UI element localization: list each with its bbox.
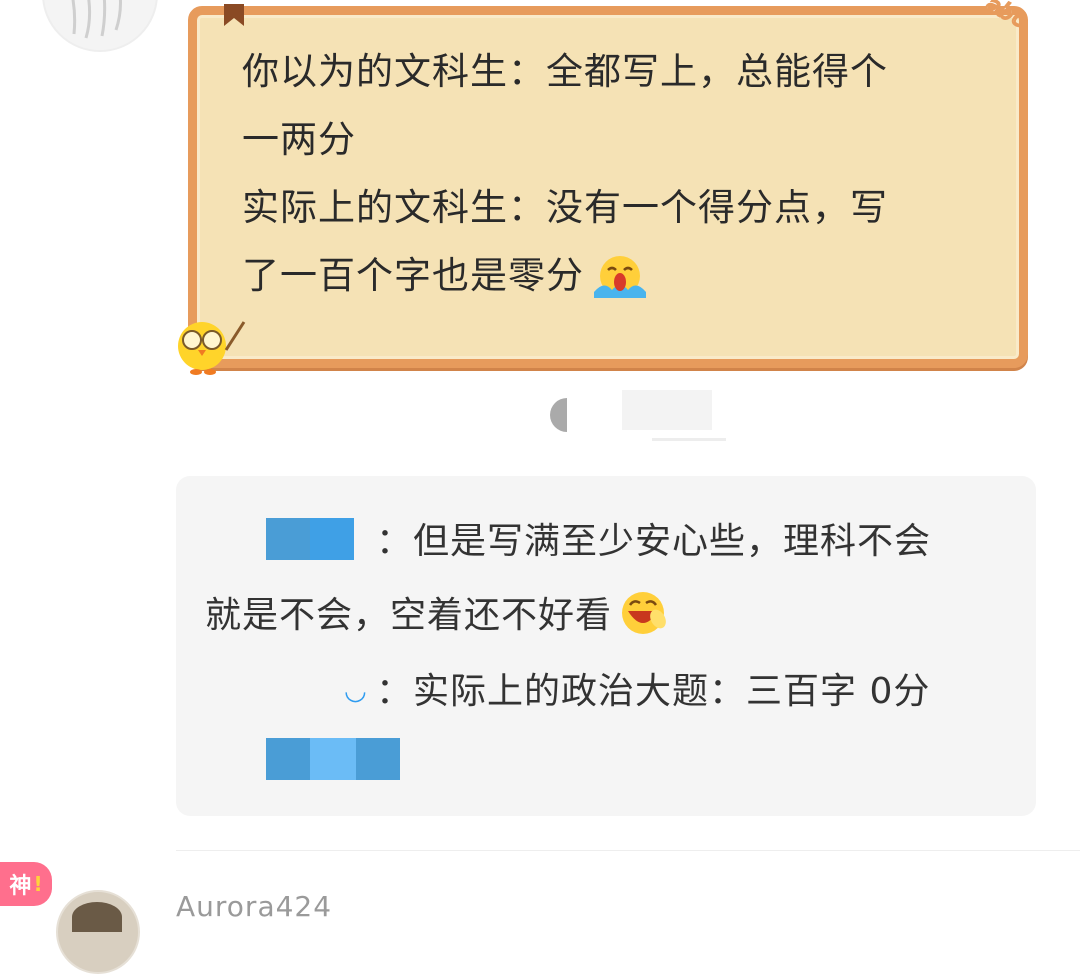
redacted-username-2[interactable] [266, 738, 400, 780]
comment-body: 你以为的文科生：全都写上，总能得个 一两分 实际上的文科生：没有一个得分点，写 … [242, 38, 982, 310]
comment-divider [176, 850, 1080, 851]
comment-line-2: 一两分 [242, 118, 356, 161]
smile-icon: ◡ [344, 676, 367, 706]
god-badge-label: 神 [9, 874, 32, 899]
reply-1-line-1: ：但是写满至少安心些，理科不会 [376, 521, 932, 562]
redacted-username-1[interactable] [266, 518, 354, 560]
reply-1-line-2-text: 就是不会，空着还不好看 [205, 595, 613, 636]
comment-line-4: 了一百个字也是零分 [242, 242, 982, 310]
redacted-meta [622, 390, 712, 430]
commenter-avatar[interactable] [42, 0, 158, 52]
next-commenter-avatar[interactable] [56, 890, 140, 974]
reply-1-line-2: 就是不会，空着还不好看 [205, 586, 668, 638]
bookmark-icon [224, 4, 244, 26]
reply-2-text: ：实际上的政治大题：三百字 0分 [376, 671, 931, 712]
god-comment-badge: 神! [0, 862, 52, 906]
comment-line-4-text: 了一百个字也是零分 [242, 254, 584, 297]
god-badge-mark: ! [33, 872, 43, 896]
avatar-sketch-icon [71, 0, 122, 39]
crying-face-emoji-icon [594, 256, 646, 298]
comment-line-3: 实际上的文科生：没有一个得分点，写 [242, 186, 888, 229]
laughing-face-emoji-icon [622, 592, 666, 634]
comment-line-1: 你以为的文科生：全都写上，总能得个 [242, 50, 888, 93]
comment-meta-row [0, 386, 1080, 446]
meta-underline [652, 438, 726, 441]
chick-mascot-icon [178, 321, 246, 375]
next-commenter-username[interactable]: Aurora424 [176, 890, 332, 923]
action-icon[interactable] [550, 398, 567, 432]
